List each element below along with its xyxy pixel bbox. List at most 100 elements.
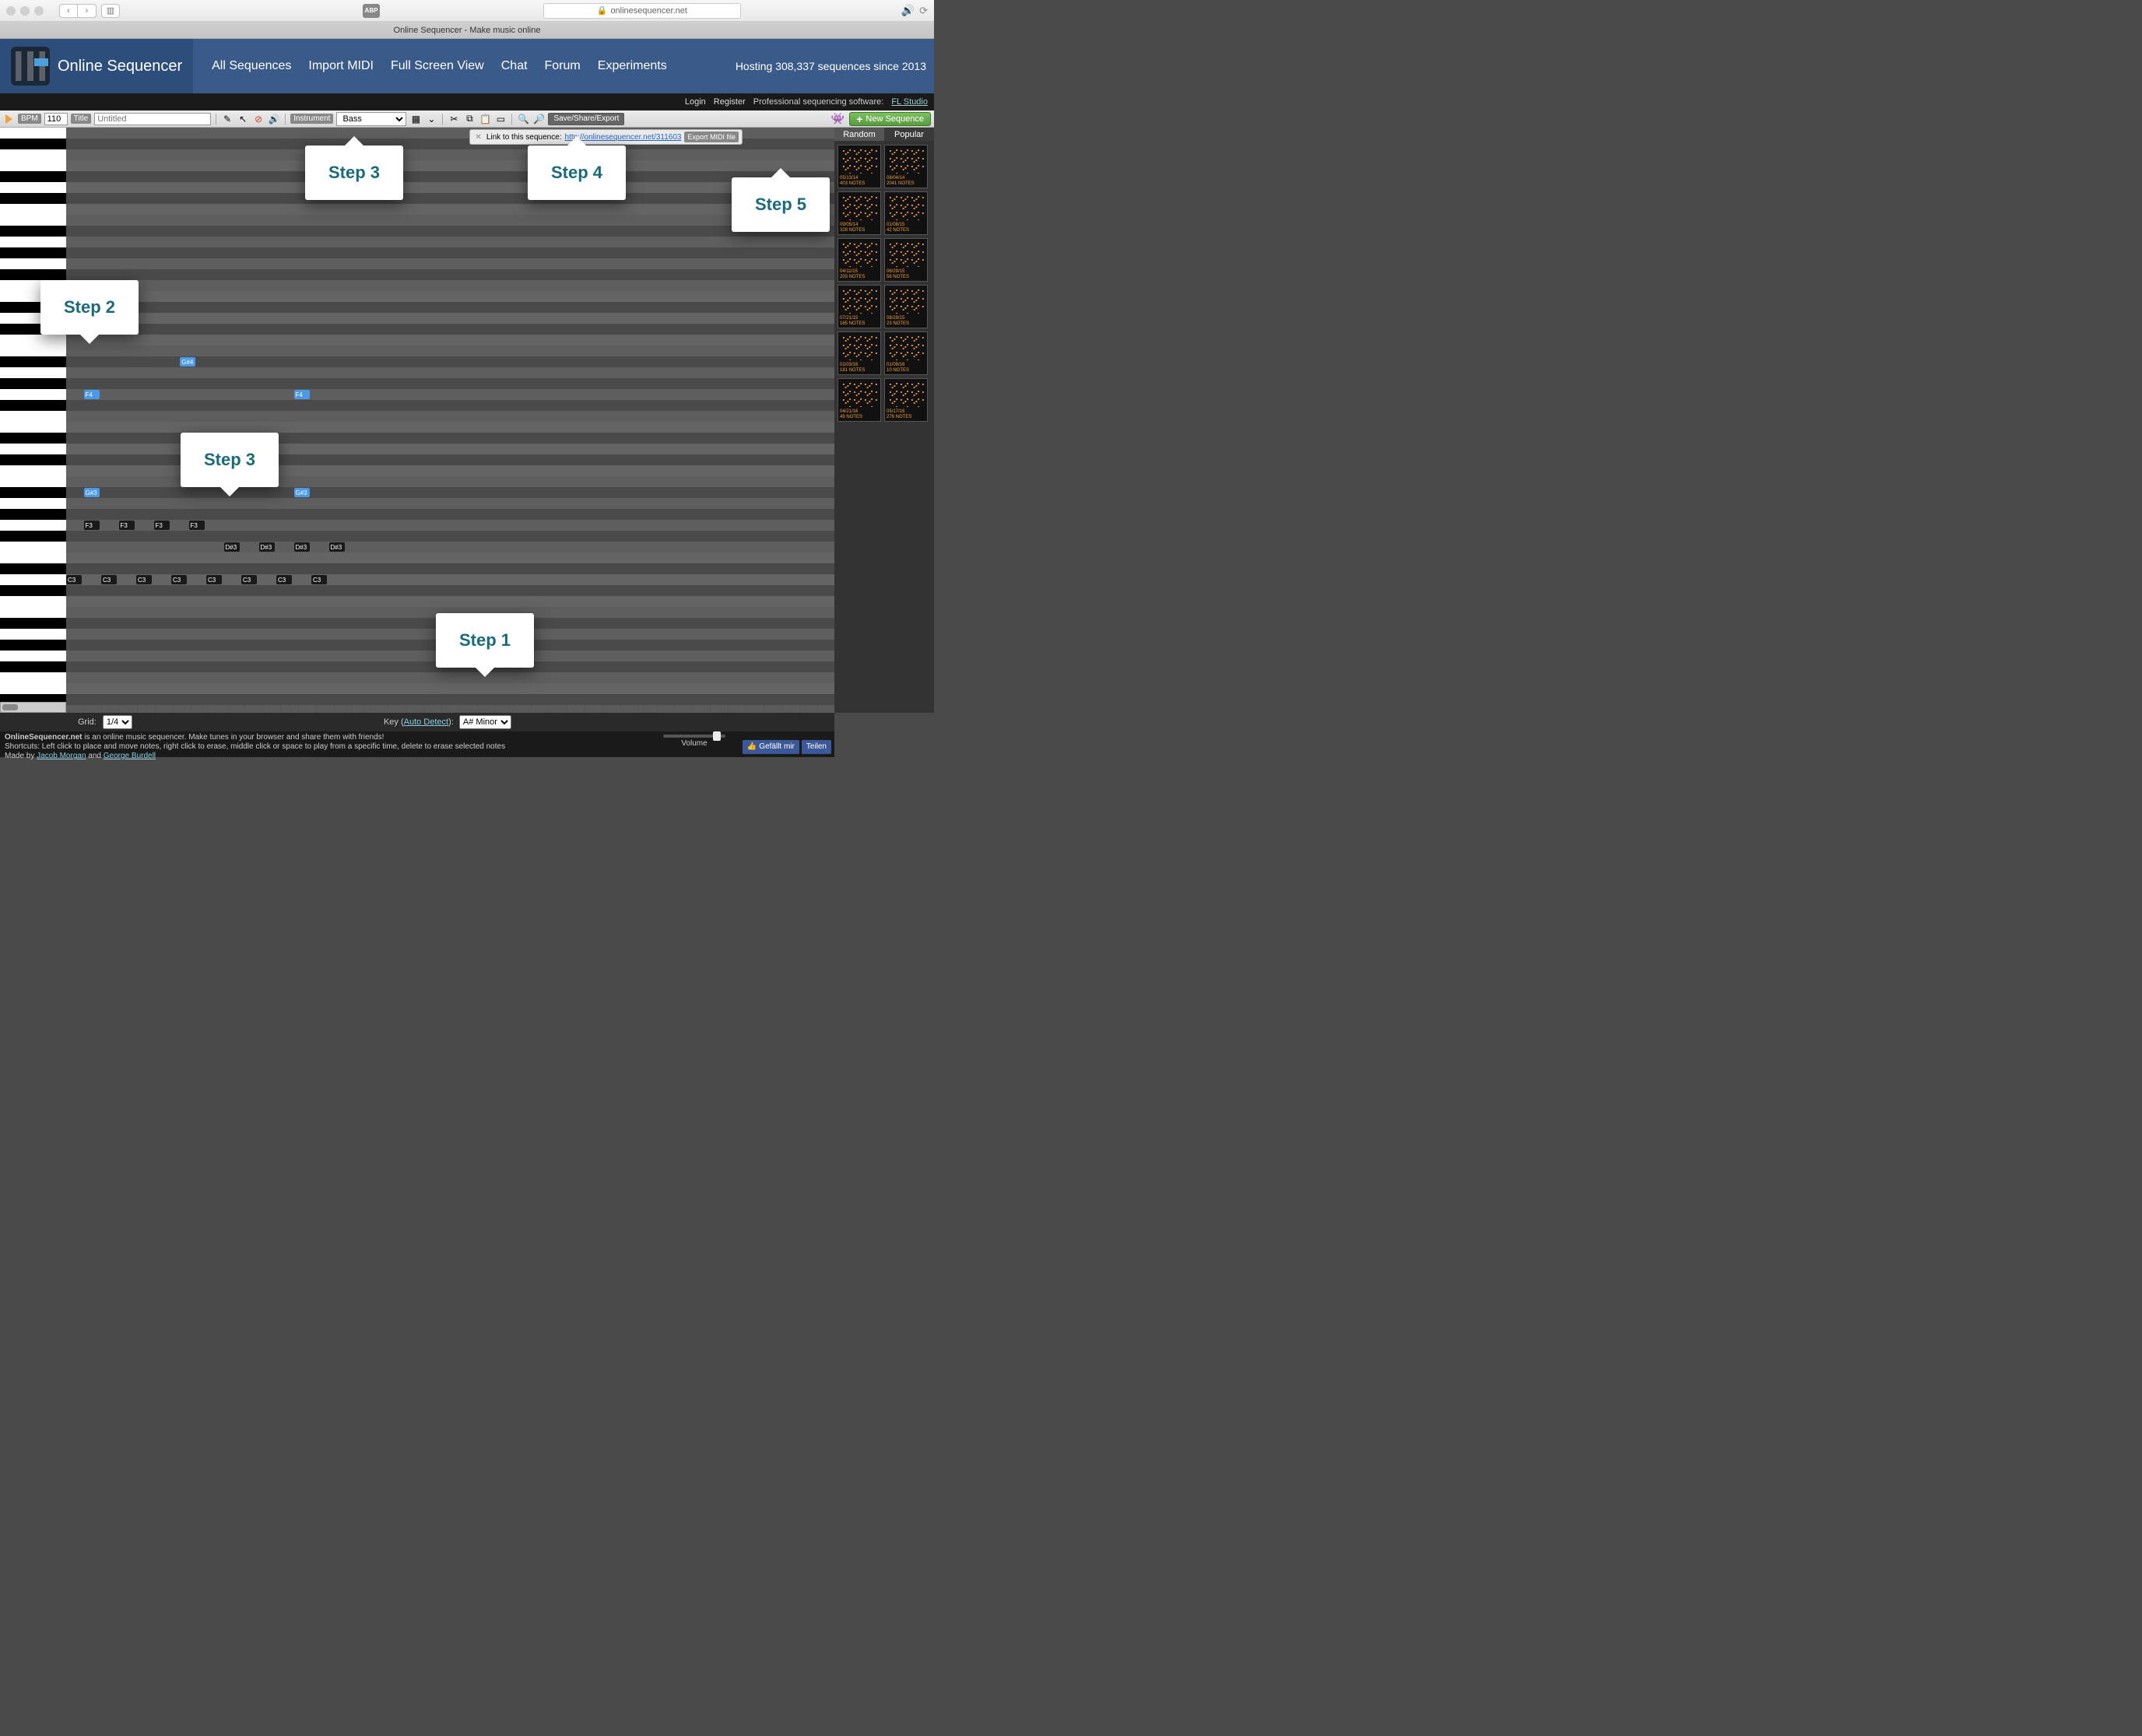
note[interactable]: G#3 [294, 488, 310, 497]
note[interactable]: C3 [171, 575, 187, 584]
bug-icon[interactable]: 👾 [831, 112, 845, 125]
title-input[interactable] [94, 113, 211, 125]
palette-icon[interactable]: ▦ [409, 113, 422, 125]
nav-forward[interactable]: › [78, 4, 97, 18]
sequence-thumbnail[interactable]: 01/09/1610 NOTES [884, 331, 928, 375]
sequence-thumbnail[interactable]: 05/17/16276 NOTES [884, 378, 928, 422]
new-sequence-button[interactable]: New Sequence [849, 112, 931, 126]
erase-icon[interactable]: ⊘ [252, 113, 265, 125]
sound-icon[interactable]: 🔊 [901, 4, 915, 17]
note[interactable]: F3 [119, 521, 135, 530]
bpm-input[interactable] [44, 113, 68, 125]
footer: OnlineSequencer.net is an online music s… [0, 731, 834, 757]
instrument-label: Instrument [290, 114, 333, 124]
tutorial-callout: Step 3 [181, 433, 279, 487]
copy-icon[interactable]: ⧉ [463, 113, 476, 125]
browser-chrome: ‹ › ▥ ABP 🔒 onlinesequencer.net 🔊 ⟳ [0, 0, 934, 22]
fb-share-button[interactable]: Teilen [802, 740, 831, 754]
close-icon[interactable]: ✕ [473, 133, 483, 142]
save-share-export-button[interactable]: Save/Share/Export [548, 113, 624, 125]
url-bar[interactable]: 🔒 onlinesequencer.net [543, 3, 741, 19]
nav-all-sequences[interactable]: All Sequences [212, 59, 291, 73]
nav-chat[interactable]: Chat [501, 59, 528, 73]
author-2-link[interactable]: George Burdell [104, 752, 156, 760]
tutorial-callout: Step 1 [436, 613, 534, 668]
select-all-icon[interactable]: ▭ [494, 113, 507, 125]
pencil-icon[interactable]: ✎ [221, 113, 234, 125]
nav-experiments[interactable]: Experiments [598, 59, 667, 73]
tab-popular[interactable]: Popular [884, 128, 934, 142]
nav-import-midi[interactable]: Import MIDI [308, 59, 374, 73]
sequence-thumbnail[interactable]: 04/11/15203 NOTES [837, 238, 881, 282]
dropdown-icon[interactable]: ⌄ [425, 113, 437, 125]
note[interactable]: C3 [206, 575, 222, 584]
author-1-link[interactable]: Jacob Morgan [37, 752, 86, 760]
cut-icon[interactable]: ✂ [448, 113, 460, 125]
tutorial-callout: Step 5 [732, 177, 830, 232]
refresh-icon[interactable]: ⟳ [919, 5, 928, 17]
toolbar: BPM Title ✎ ↖ ⊘ 🔊 Instrument Bass ▦ ⌄ ✂ … [0, 110, 934, 128]
fl-studio-link[interactable]: FL Studio [891, 97, 928, 107]
sequence-thumbnail[interactable]: 09/05/14328 NOTES [837, 191, 881, 235]
select-icon[interactable]: ↖ [237, 113, 249, 125]
nav-fullscreen[interactable]: Full Screen View [391, 59, 484, 73]
traffic-max[interactable] [34, 6, 44, 16]
note[interactable]: G#4 [180, 357, 195, 366]
sequence-thumbnail[interactable]: 01/08/1542 NOTES [884, 191, 928, 235]
share-popup: ✕ Link to this sequence: http://onlinese… [469, 129, 743, 145]
sequence-thumbnail[interactable]: 08/29/1523 NOTES [884, 285, 928, 328]
note[interactable]: C3 [66, 575, 82, 584]
traffic-close[interactable] [6, 6, 16, 16]
key-label-pre: Key ( [384, 717, 404, 727]
tab-title: Online Sequencer - Make music online [0, 22, 934, 39]
tutorial-callout: Step 2 [40, 280, 139, 335]
export-midi-button[interactable]: Export MIDI file [684, 132, 739, 142]
sequence-thumbnail[interactable]: 06/29/1558 NOTES [884, 238, 928, 282]
note[interactable]: F3 [84, 521, 100, 530]
note[interactable]: C3 [101, 575, 117, 584]
note[interactable]: D#3 [259, 542, 275, 552]
note[interactable]: D#3 [224, 542, 240, 552]
register-link[interactable]: Register [714, 97, 746, 107]
title-label: Title [71, 114, 92, 124]
sequence-thumbnail[interactable]: 05/13/14403 NOTES [837, 145, 881, 188]
note[interactable]: G#3 [84, 488, 100, 497]
play-button[interactable] [5, 114, 12, 124]
note[interactable]: F4 [294, 390, 310, 399]
zoom-out-icon[interactable]: 🔍 [517, 113, 529, 125]
sequence-thumbnail[interactable]: 01/03/16181 NOTES [837, 331, 881, 375]
instrument-select[interactable]: Bass [336, 112, 406, 126]
share-label: Link to this sequence: [486, 133, 562, 142]
nav-back[interactable]: ‹ [59, 4, 78, 18]
piano-roll[interactable]: G#4G4F#4F4E4D#4D4C#4C4B3A#3A3G#3G3F#3F3E… [0, 128, 66, 713]
traffic-min[interactable] [20, 6, 30, 16]
logo[interactable]: Online Sequencer [0, 39, 193, 93]
paste-icon[interactable]: 📋 [479, 113, 491, 125]
note[interactable]: C3 [241, 575, 257, 584]
login-link[interactable]: Login [685, 97, 706, 107]
note[interactable]: F3 [154, 521, 170, 530]
fb-like-button[interactable]: 👍Gefällt mir [743, 740, 799, 754]
lock-icon: 🔒 [597, 5, 608, 16]
key-select[interactable]: A# Minor [459, 715, 511, 729]
sequence-thumbnail[interactable]: 04/21/1649 NOTES [837, 378, 881, 422]
note[interactable]: D#3 [329, 542, 345, 552]
note[interactable]: D#3 [294, 542, 310, 552]
horizontal-scrollbar[interactable] [0, 702, 66, 713]
note[interactable]: C3 [136, 575, 152, 584]
volume-tool-icon[interactable]: 🔊 [268, 113, 280, 125]
tab-random[interactable]: Random [834, 128, 884, 142]
note[interactable]: C3 [311, 575, 327, 584]
sidebar-toggle-icon[interactable]: ▥ [101, 4, 120, 18]
zoom-in-icon[interactable]: 🔎 [532, 113, 545, 125]
volume-control[interactable]: Volume [663, 735, 725, 749]
note[interactable]: F3 [189, 521, 205, 530]
abp-icon[interactable]: ABP [363, 4, 380, 18]
auto-detect-link[interactable]: Auto Detect [404, 717, 448, 727]
note[interactable]: C3 [276, 575, 292, 584]
sequence-thumbnail[interactable]: 07/21/15165 NOTES [837, 285, 881, 328]
note[interactable]: F4 [84, 390, 100, 399]
sequence-thumbnail[interactable]: 08/04/142041 NOTES [884, 145, 928, 188]
grid-select[interactable]: 1/4 [103, 715, 132, 729]
nav-forum[interactable]: Forum [545, 59, 581, 73]
